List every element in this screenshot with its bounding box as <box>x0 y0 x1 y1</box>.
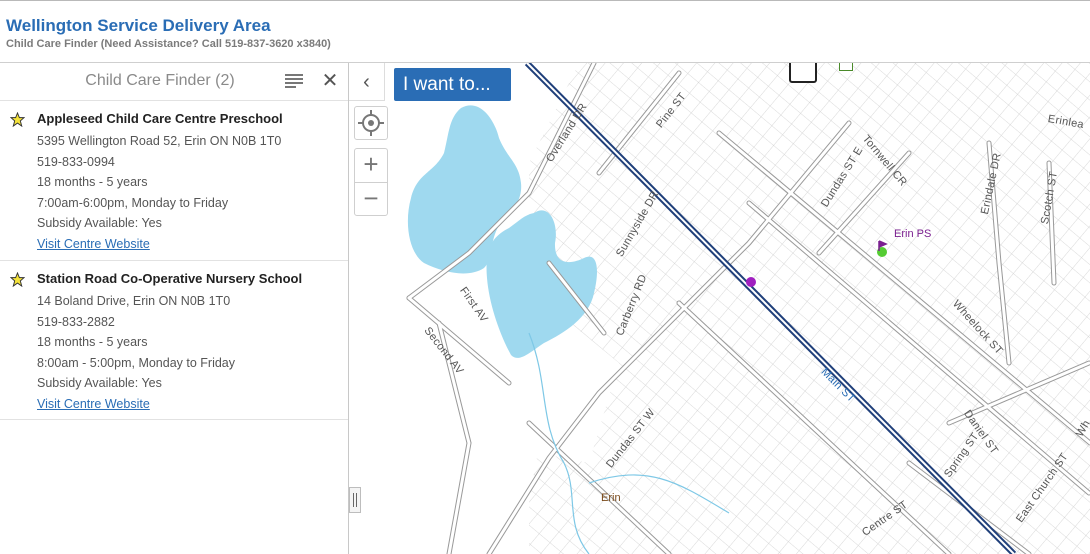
star-icon <box>10 272 25 287</box>
result-hours: 8:00am - 5:00pm, Monday to Friday <box>37 356 236 370</box>
crosshair-icon <box>358 110 384 136</box>
result-name: Appleseed Child Care Centre Preschool <box>37 111 283 126</box>
dice-icon <box>789 63 817 83</box>
flag-icon <box>839 63 853 71</box>
locate-button[interactable] <box>354 106 388 140</box>
site-subtitle: Child Care Finder (Need Assistance? Call… <box>6 38 331 50</box>
zoom-in-button[interactable]: + <box>354 148 388 182</box>
poi-marker <box>746 277 756 287</box>
panel-resize-handle[interactable] <box>349 487 361 513</box>
zoom-out-button[interactable]: − <box>354 182 388 216</box>
result-name: Station Road Co-Operative Nursery School <box>37 271 303 286</box>
map-view[interactable]: Overland DR Pine ST Dundas ST E Tornwell… <box>349 63 1090 554</box>
star-icon <box>10 112 25 127</box>
result-ages: 18 months - 5 years <box>37 175 148 189</box>
result-item[interactable]: Appleseed Child Care Centre Preschool 53… <box>0 101 348 261</box>
result-hours: 7:00am-6:00pm, Monday to Friday <box>37 196 229 210</box>
result-ages: 18 months - 5 years <box>37 335 148 349</box>
close-icon[interactable]: ✕ <box>320 69 340 93</box>
result-subsidy: Subsidy Available: Yes <box>37 216 162 230</box>
app-header: Wellington Service Delivery Area Child C… <box>0 0 1090 63</box>
result-subsidy: Subsidy Available: Yes <box>37 376 162 390</box>
list-menu-icon[interactable] <box>285 74 303 88</box>
place-label: Erin <box>601 492 621 504</box>
visit-website-link[interactable]: Visit Centre Website <box>37 237 150 251</box>
result-address: 5395 Wellington Road 52, Erin ON N0B 1T0 <box>37 134 282 148</box>
result-phone: 519-833-2882 <box>37 315 115 329</box>
result-address: 14 Boland Drive, Erin ON N0B 1T0 <box>37 294 231 308</box>
site-title: Wellington Service Delivery Area <box>6 16 271 35</box>
panel-title: Child Care Finder (2) <box>85 72 235 89</box>
results-panel: Child Care Finder (2) ✕ Appleseed Child … <box>0 63 349 554</box>
collapse-panel-button[interactable]: ‹ <box>349 63 385 101</box>
result-item[interactable]: Station Road Co-Operative Nursery School… <box>0 261 348 420</box>
i-want-to-button[interactable]: I want to... <box>394 68 511 101</box>
visit-website-link[interactable]: Visit Centre Website <box>37 397 150 411</box>
panel-header: Child Care Finder (2) ✕ <box>0 63 348 101</box>
map-canvas <box>349 63 1090 554</box>
place-label: Erin PS <box>894 228 932 240</box>
result-phone: 519-833-0994 <box>37 155 115 169</box>
